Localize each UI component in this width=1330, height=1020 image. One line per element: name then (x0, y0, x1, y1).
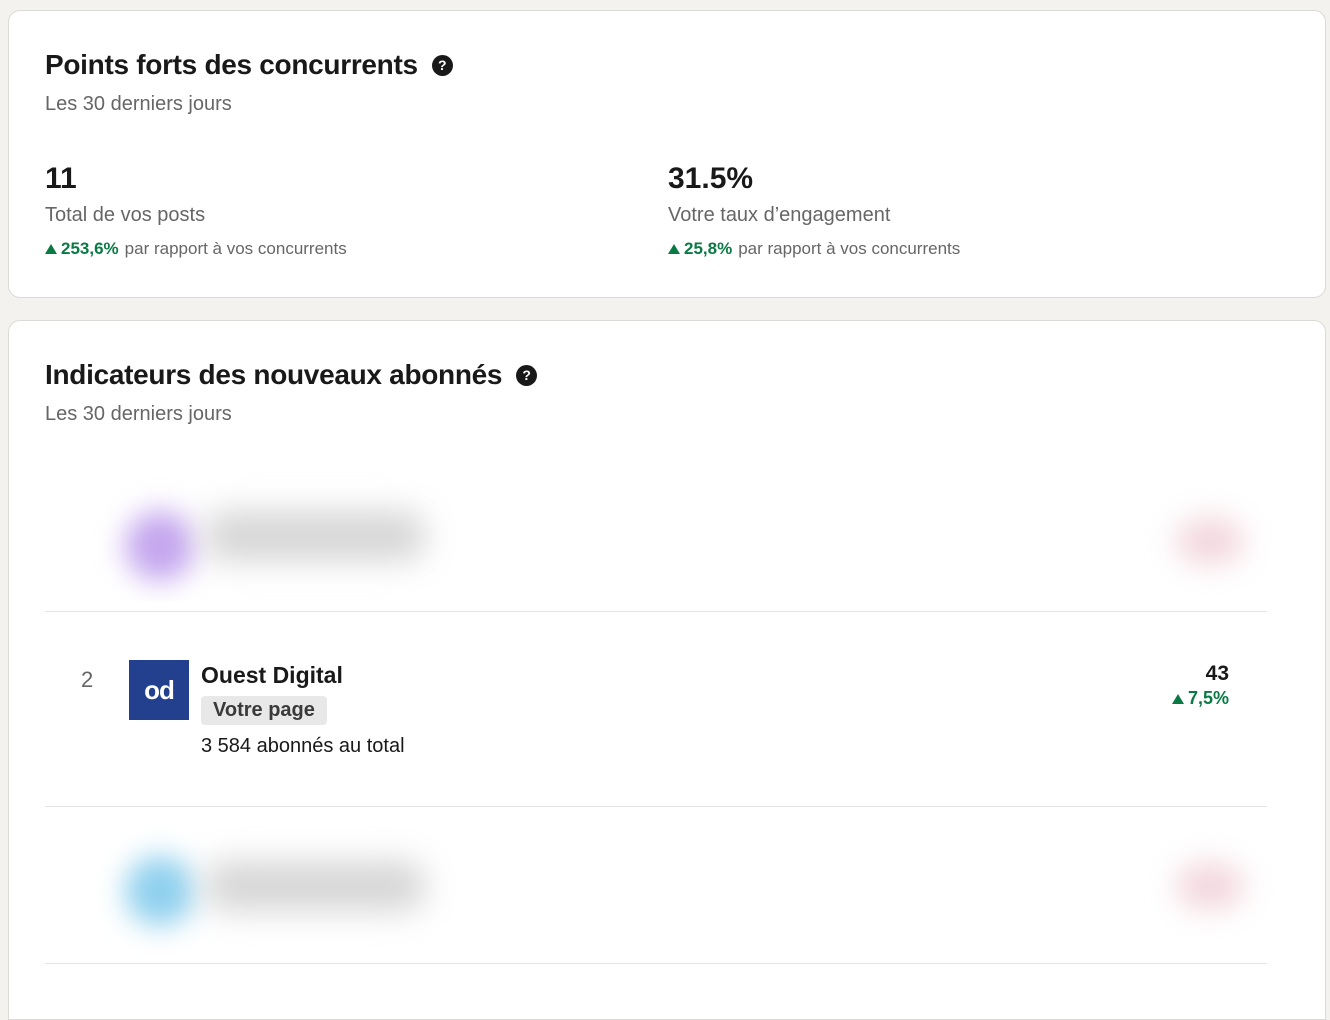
trend-percent: 25,8% (684, 239, 733, 258)
arrow-up-icon (668, 244, 680, 254)
competitor-highlights-period: Les 30 derniers jours (45, 93, 232, 115)
trend-up-indicator: 25,8% (668, 239, 732, 259)
metric-total-posts: 11 Total de vos posts 253,6% par rapport… (45, 164, 347, 259)
question-circle-icon[interactable]: ? (516, 364, 538, 386)
trend-suffix: par rapport à vos concurrents (738, 239, 961, 258)
trend-up-indicator: 253,6% (45, 239, 119, 259)
new-followers-header: Indicateurs des nouveaux abonnés ? (45, 359, 538, 391)
competitor-highlights-title: Points forts des concurrents (45, 49, 418, 80)
blurred-text (205, 861, 425, 911)
new-followers-title: Indicateurs des nouveaux abonnés (45, 359, 503, 390)
metric-label: Total de vos posts (45, 204, 206, 226)
new-followers-card: Indicateurs des nouveaux abonnés ? Les 3… (8, 320, 1326, 1020)
row-divider (45, 806, 1267, 807)
new-followers-trend: 7,5% (1171, 688, 1229, 709)
competitor-highlights-header: Points forts des concurrents ? (45, 49, 453, 81)
row-divider (45, 963, 1267, 964)
blurred-competitor-row (45, 826, 1295, 956)
metric-value: 11 (45, 162, 77, 195)
blurred-avatar (125, 511, 195, 581)
new-followers-period: Les 30 derniers jours (45, 403, 232, 425)
followers-total: 3 584 abonnés au total (201, 735, 405, 757)
metric-engagement-rate: 31.5% Votre taux d’engagement 25,8% par … (668, 164, 960, 259)
arrow-up-icon (1171, 693, 1184, 704)
blurred-text (205, 511, 425, 561)
competitor-highlights-card: Points forts des concurrents ? Les 30 de… (8, 10, 1326, 298)
row-divider (45, 611, 1267, 612)
arrow-up-icon (45, 244, 57, 254)
metric-trend: 253,6% par rapport à vos concurrents (45, 239, 347, 259)
your-page-badge: Votre page (201, 696, 327, 725)
trend-percent: 253,6% (61, 239, 119, 258)
blurred-count (1175, 861, 1245, 911)
new-followers-count: 43 (1205, 662, 1229, 685)
metric-value: 31.5% (668, 162, 754, 195)
question-circle-icon[interactable]: ? (431, 54, 453, 76)
blurred-avatar (125, 856, 195, 926)
company-name[interactable]: Ouest Digital (201, 662, 343, 689)
metric-trend: 25,8% par rapport à vos concurrents (668, 239, 960, 259)
row-rank: 2 (81, 667, 94, 692)
blurred-competitor-row (45, 471, 1295, 601)
blurred-count (1175, 516, 1245, 566)
trend-suffix: par rapport à vos concurrents (124, 239, 347, 258)
metric-label: Votre taux d’engagement (668, 204, 891, 226)
trend-percent: 7,5% (1187, 688, 1229, 708)
company-logo: od (129, 660, 189, 720)
